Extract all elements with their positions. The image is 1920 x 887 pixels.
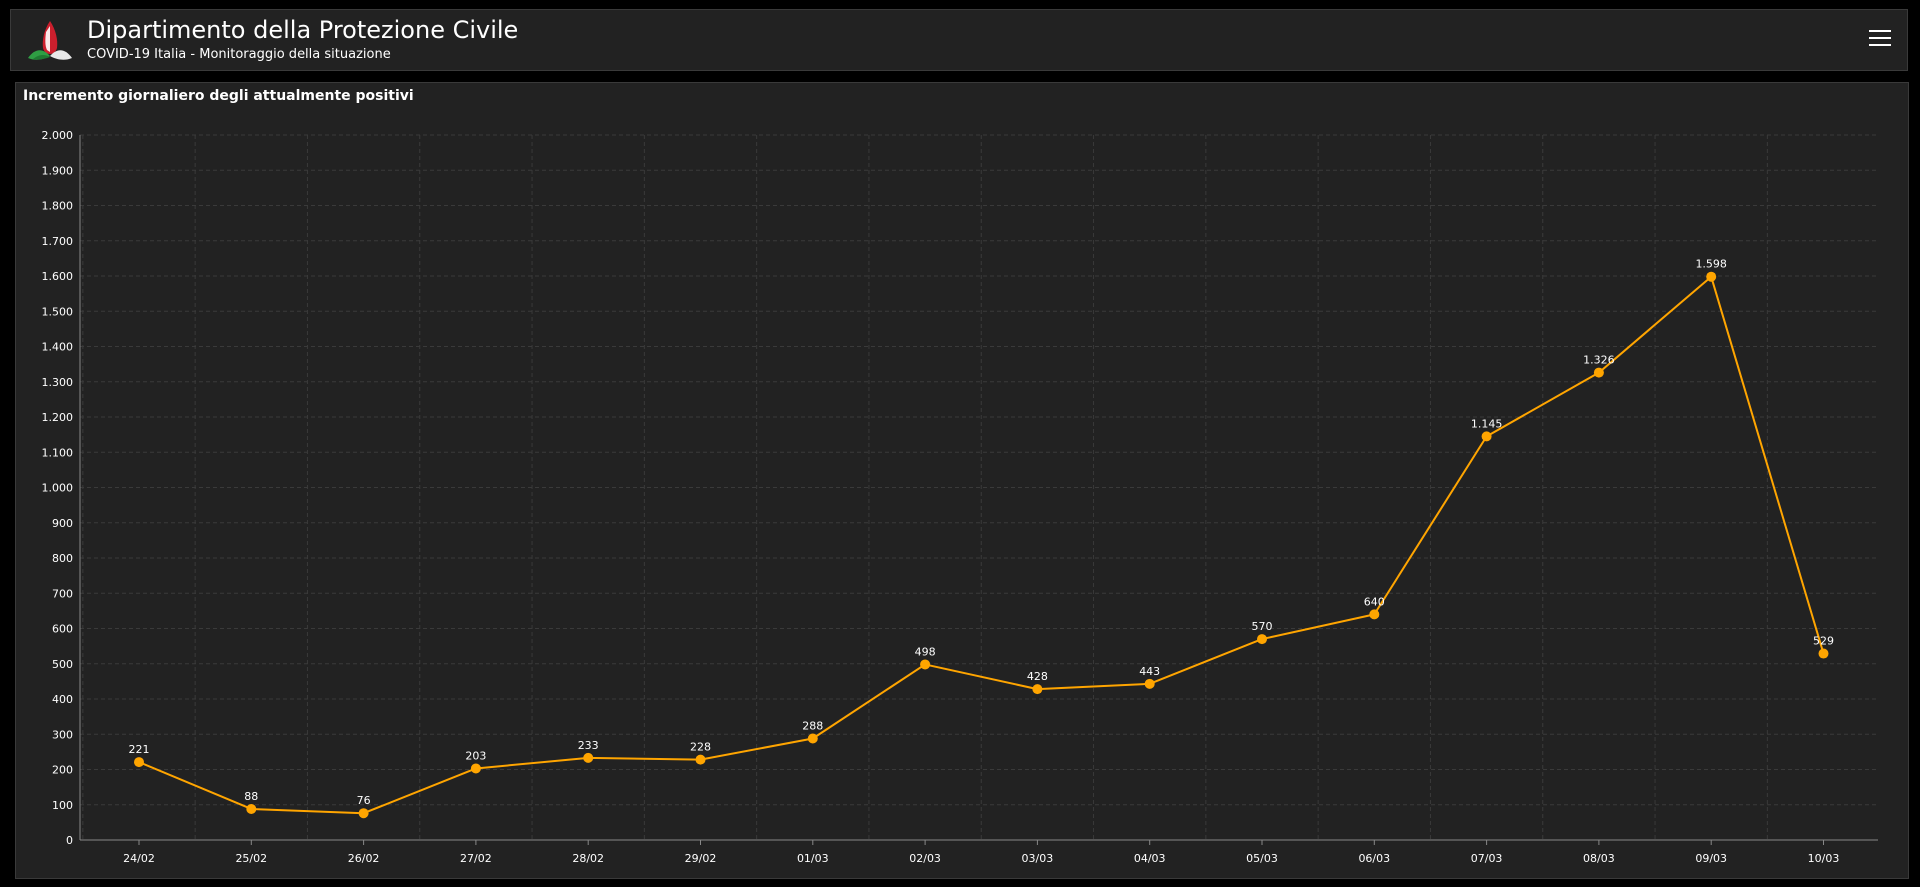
- data-point: [1481, 431, 1492, 442]
- data-label: 443: [1139, 665, 1160, 678]
- data-point: [1144, 678, 1155, 689]
- data-label: 233: [578, 739, 599, 752]
- x-tick-label: 27/02: [460, 852, 492, 865]
- y-tick-label: 800: [52, 552, 73, 565]
- data-label: 221: [129, 743, 150, 756]
- chart-title: Incremento giornaliero degli attualmente…: [23, 88, 414, 104]
- data-label: 428: [1027, 670, 1048, 683]
- chart-panel: 0 100 200 300 400 500 600 700 800 900 1.000 1.100 1.…: [15, 82, 1909, 879]
- y-tick-label: 500: [52, 658, 73, 671]
- protezione-civile-logo-icon: [28, 21, 72, 60]
- y-tick-label: 400: [52, 693, 73, 706]
- data-label: 203: [465, 749, 486, 762]
- data-point: [246, 803, 257, 814]
- app-subtitle: COVID-19 Italia - Monitoraggio della sit…: [87, 47, 391, 62]
- daily-increase-line-chart: 0 100 200 300 400 500 600 700 800 900 1.000 1.100 1.…: [42, 129, 1878, 865]
- data-point: [1706, 271, 1717, 282]
- x-tick-label: 26/02: [348, 852, 380, 865]
- y-tick-label: 1.700: [42, 235, 74, 248]
- x-tick-label: 07/03: [1471, 852, 1503, 865]
- x-tick-label: 08/03: [1583, 852, 1615, 865]
- y-tick-label: 200: [52, 764, 73, 777]
- x-tick-label: 25/02: [235, 852, 267, 865]
- data-point: [1593, 367, 1604, 378]
- y-tick-label: 1.800: [42, 200, 74, 213]
- x-tick-label: 05/03: [1246, 852, 1278, 865]
- hamburger-menu-icon[interactable]: [1869, 30, 1891, 52]
- axis-layer: 0 100 200 300 400 500 600 700 800 900 1.000 1.100 1.…: [42, 129, 1878, 865]
- data-label: 1.326: [1583, 354, 1615, 367]
- y-tick-label: 300: [52, 728, 73, 741]
- y-tick-label: 2.000: [42, 129, 74, 142]
- y-tick-label: 1.100: [42, 446, 74, 459]
- data-point: [807, 733, 818, 744]
- data-label: 529: [1813, 635, 1834, 648]
- data-point: [134, 757, 144, 768]
- data-label: 76: [357, 794, 371, 807]
- x-tick-label: 04/03: [1134, 852, 1166, 865]
- x-tick-label: 24/02: [123, 852, 155, 865]
- y-tick-label: 100: [52, 799, 73, 812]
- y-tick-label: 600: [52, 623, 73, 636]
- data-point: [920, 659, 931, 670]
- y-tick-label: 900: [52, 517, 73, 530]
- x-tick-label: 01/03: [797, 852, 829, 865]
- data-point: [583, 752, 594, 763]
- data-point: [358, 808, 369, 819]
- y-tick-label: 1.000: [42, 482, 74, 495]
- data-label: 88: [244, 790, 258, 803]
- x-tick-label: 03/03: [1022, 852, 1054, 865]
- x-tick-label: 09/03: [1695, 852, 1727, 865]
- data-label: 640: [1364, 595, 1385, 608]
- y-tick-label: 700: [52, 587, 73, 600]
- data-label: 498: [915, 645, 936, 658]
- y-tick-label: 1.300: [42, 376, 74, 389]
- data-label: 228: [690, 741, 711, 754]
- data-point: [1257, 634, 1267, 645]
- y-tick-label: 1.600: [42, 270, 74, 283]
- data-point: [1032, 684, 1043, 695]
- data-point: [695, 754, 706, 765]
- y-tick-label: 1.900: [42, 164, 74, 177]
- x-tick-label: 06/03: [1358, 852, 1390, 865]
- x-tick-label: 29/02: [685, 852, 717, 865]
- grid-layer: [80, 134, 1878, 840]
- x-tick-label: 10/03: [1808, 852, 1840, 865]
- x-tick-label: 28/02: [572, 852, 604, 865]
- y-tick-label: 0: [66, 834, 73, 847]
- y-tick-label: 1.500: [42, 305, 74, 318]
- data-label: 570: [1252, 620, 1273, 633]
- data-point: [1818, 648, 1829, 659]
- data-label: 288: [802, 719, 823, 732]
- app-header: Dipartimento della Protezione Civile COV…: [10, 9, 1908, 71]
- x-tick-label: 02/03: [909, 852, 941, 865]
- data-label: 1.598: [1695, 258, 1727, 271]
- app-title: Dipartimento della Protezione Civile: [87, 16, 519, 44]
- y-tick-label: 1.400: [42, 341, 74, 354]
- y-tick-label: 1.200: [42, 411, 74, 424]
- data-label: 1.145: [1471, 417, 1503, 430]
- data-point: [1369, 609, 1380, 620]
- data-point: [470, 763, 481, 774]
